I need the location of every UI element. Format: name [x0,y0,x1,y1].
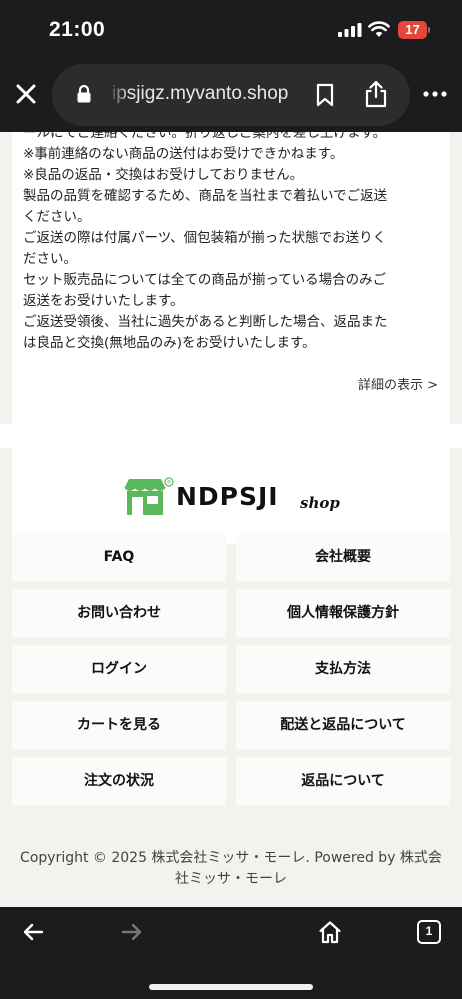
policy-text: 返送をお受けいたします。 [23,293,184,309]
battery-icon: 17 [398,21,430,39]
copyright-line: Copyright © 2025 株式会社ミッサ・モーレ. Powered by… [20,850,442,866]
lock-icon [77,84,91,103]
browser-toolbar: ipsjigz.myvanto.shop [0,60,462,132]
back-arrow-icon[interactable] [22,922,44,942]
url-text: ipsjigz.myvanto.shop [112,83,289,104]
footer-link-shipping-returns[interactable]: 配送と返品について [236,701,450,750]
copyright-text: Copyright © 2025 株式会社ミッサ・モーレ. Powered by… [0,848,462,890]
policy-text: ください。 [23,209,91,225]
svg-text:®: ® [167,479,172,486]
share-icon[interactable] [364,80,388,108]
footer-link-login[interactable]: ログイン [12,645,226,694]
policy-text: ールにてご連絡ください。折り返しご案内を差し上げます。 [23,132,387,141]
policy-text: ださい。 [23,251,77,267]
bookmark-icon[interactable] [315,83,335,107]
battery-level: 17 [398,21,427,39]
close-icon[interactable] [12,80,40,108]
logo-text: NDPSJI [176,482,279,511]
status-time: 21:00 [49,18,106,41]
policy-text: ご返送の際は付属パーツ、個包装箱が揃った状態でお送りく [23,230,387,246]
footer-link-cart[interactable]: カートを見る [12,701,226,750]
status-bar: 21:00 17 [0,0,462,60]
footer-link-faq[interactable]: FAQ [12,533,226,582]
policy-text: ご返送受領後、当社に過失があると判断した場合、返品また [23,314,388,330]
policy-text: 製品の品質を確認するため、商品を当社まで着払いでご返送 [23,188,388,204]
footer-link-privacy[interactable]: 個人情報保護方針 [236,589,450,638]
home-indicator [149,984,313,990]
storefront-icon: ® [124,477,174,515]
more-icon[interactable] [422,84,448,104]
cellular-signal-icon [338,23,362,37]
wifi-icon [368,21,390,37]
show-details-link[interactable]: 詳細の表示 > [358,374,438,393]
web-page: ールにてご連絡ください。折り返しご案内を差し上げます。 ※事前連絡のない商品の送… [0,132,462,907]
copyright-line: 社ミッサ・モーレ [175,871,287,887]
logo-shop-text: shop [300,494,340,512]
footer-link-order-status[interactable]: 注文の状況 [12,757,226,806]
browser-bottom-bar: 1 [0,907,462,999]
policy-text: ※事前連絡のない商品の送付はお受けできかねます。 [23,146,344,162]
footer-link-payment[interactable]: 支払方法 [236,645,450,694]
tab-count: 1 [425,924,433,938]
policy-text: セット販売品については全ての商品が揃っている場合のみご [23,272,387,288]
store-logo[interactable]: ® NDPSJI shop [124,476,340,520]
footer-link-contact[interactable]: お問い合わせ [12,589,226,638]
forward-arrow-icon[interactable] [121,922,143,942]
tabs-icon[interactable]: 1 [417,920,441,944]
address-bar[interactable]: ipsjigz.myvanto.shop [52,64,410,126]
footer-link-returns[interactable]: 返品について [236,757,450,806]
divider [0,424,462,448]
policy-text: ※良品の返品・交換はお受けしておりません。 [23,167,304,183]
footer-link-company[interactable]: 会社概要 [236,533,450,582]
policy-text: は良品と交換(無地品のみ)をお受けいたします。 [23,335,316,351]
home-icon[interactable] [318,920,342,944]
